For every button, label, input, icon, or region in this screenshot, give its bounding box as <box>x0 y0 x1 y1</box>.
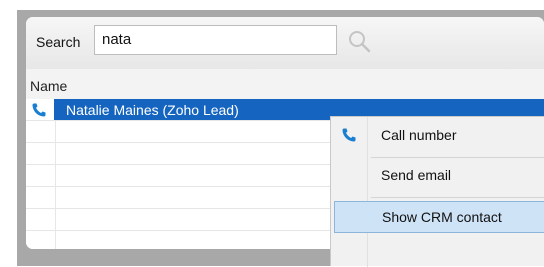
menu-item-label: Send email <box>381 167 452 183</box>
list-item-icon-cell <box>26 165 56 186</box>
list-item-icon-cell <box>26 143 56 164</box>
menu-item-label: Call number <box>381 127 457 143</box>
list-item-icon-cell <box>26 99 56 120</box>
list-item-icon-cell <box>26 209 56 230</box>
phone-icon <box>32 103 46 117</box>
context-menu: Call number Send email Show CRM contact <box>330 116 544 267</box>
search-icon[interactable] <box>347 29 371 53</box>
phone-icon <box>342 128 356 142</box>
menu-separator <box>371 157 544 158</box>
menu-item-show-crm-contact[interactable]: Show CRM contact <box>334 201 544 233</box>
contact-name: Natalie Maines (Zoho Lead) <box>66 102 239 118</box>
name-column-header-label: Name <box>30 78 68 94</box>
search-label: Search <box>36 34 81 50</box>
list-item-icon-cell <box>26 121 56 142</box>
list-item-icon-cell <box>26 187 56 208</box>
name-column-header[interactable]: Name <box>26 69 544 99</box>
menu-item-send-email[interactable]: Send email <box>331 159 544 191</box>
screenshot-canvas: Search Name Natalie Maines (Zoho Lead) <box>0 0 544 267</box>
menu-item-call-number[interactable]: Call number <box>331 119 544 151</box>
list-item-icon-cell <box>26 231 56 249</box>
menu-item-label: Show CRM contact <box>382 209 502 225</box>
menu-separator <box>371 197 544 198</box>
search-toolbar: Search <box>26 17 544 69</box>
search-input[interactable] <box>94 25 337 55</box>
